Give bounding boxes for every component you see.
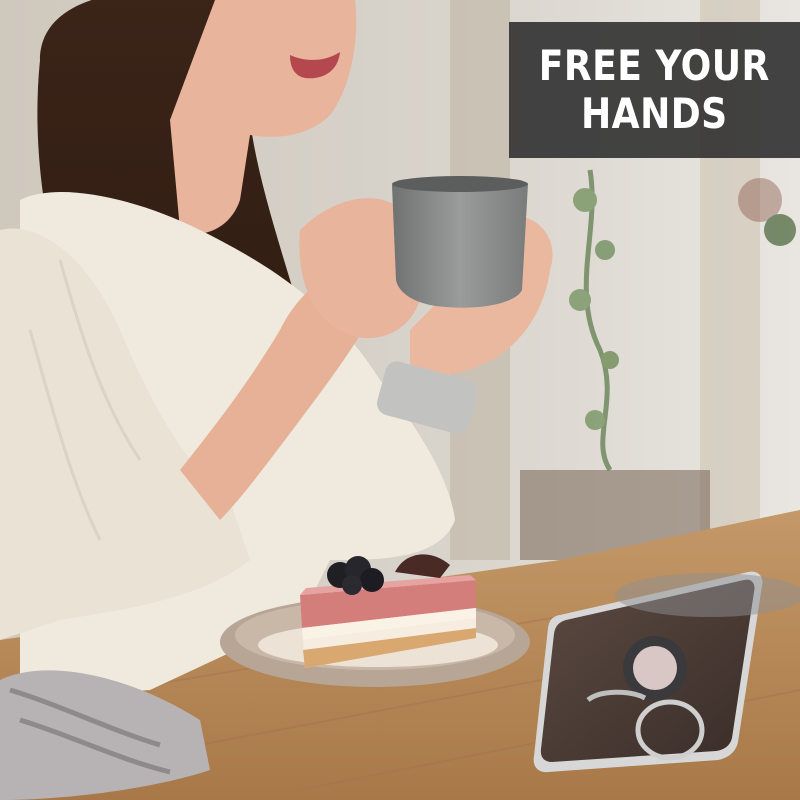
coffee-mug	[392, 178, 528, 308]
second-phone-plate	[615, 573, 800, 617]
promo-banner: FREE YOUR HANDS	[509, 22, 800, 158]
product-photo: FREE YOUR HANDS	[0, 0, 800, 800]
banner-line-1: FREE YOUR	[538, 41, 770, 90]
banner-line-2: HANDS	[581, 89, 728, 138]
banner-headline: FREE YOUR HANDS	[539, 42, 770, 138]
